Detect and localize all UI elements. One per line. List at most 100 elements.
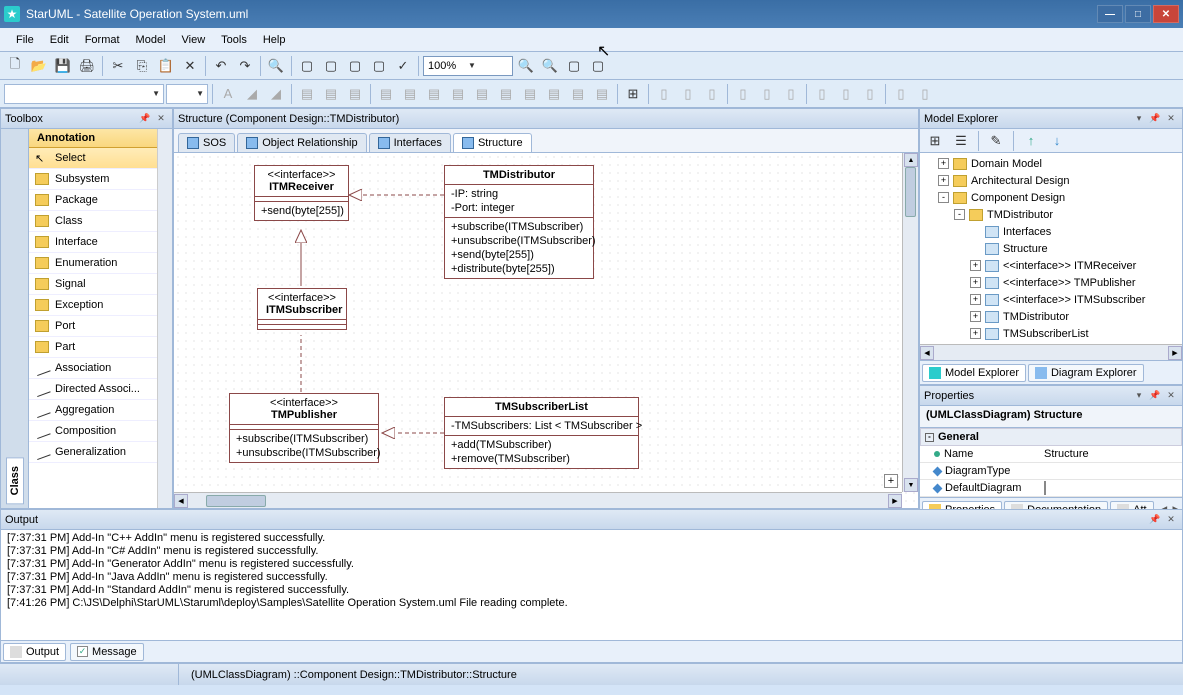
cut-icon[interactable]: ✂ <box>107 55 129 77</box>
layout-icon-4[interactable]: ▤ <box>447 83 469 105</box>
menu-view[interactable]: View <box>174 31 214 49</box>
tree-node[interactable]: +TMDistributor <box>922 308 1180 325</box>
tab-model-explorer[interactable]: Model Explorer <box>922 364 1026 382</box>
align-btn-1[interactable]: ▯ <box>653 83 675 105</box>
canvas-scrollbar-vertical[interactable]: ▲ ▼ <box>902 153 918 492</box>
close-button[interactable]: ✕ <box>1153 5 1179 23</box>
tree-node[interactable]: Interfaces <box>922 223 1180 240</box>
toolbox-item-composition[interactable]: Composition <box>29 421 157 442</box>
tree-toggle-icon[interactable]: + <box>970 311 981 322</box>
zoom-combo[interactable]: 100%▼ <box>423 56 513 76</box>
fill-color-icon[interactable]: ◢ <box>241 83 263 105</box>
align-btn-2[interactable]: ▯ <box>677 83 699 105</box>
tree-node[interactable]: +Architectural Design <box>922 172 1180 189</box>
print-icon[interactable]: 🖨 <box>76 55 98 77</box>
toolbox-item-interface[interactable]: Interface <box>29 232 157 253</box>
toolbox-section-header[interactable]: Annotation <box>29 129 157 148</box>
tree-toggle-icon[interactable]: + <box>970 277 981 288</box>
align-btn-6[interactable]: ▯ <box>780 83 802 105</box>
undo-icon[interactable]: ↶ <box>210 55 232 77</box>
font-combo[interactable]: ▼ <box>4 84 164 104</box>
explorer-tool-2[interactable]: ☰ <box>950 130 972 152</box>
menu-edit[interactable]: Edit <box>42 31 77 49</box>
tool-icon-4[interactable]: ▢ <box>368 55 390 77</box>
prop-row-defaultdiagram[interactable]: DefaultDiagram <box>920 480 1182 497</box>
output-close-icon[interactable]: ✕ <box>1164 513 1178 527</box>
menu-format[interactable]: Format <box>77 31 128 49</box>
tree-toggle-icon[interactable]: + <box>938 158 949 169</box>
properties-grid[interactable]: -General Name Structure DiagramType Defa… <box>920 428 1182 497</box>
toolbox-item-generalization[interactable]: Generalization <box>29 442 157 463</box>
explorer-tool-1[interactable]: ⊞ <box>924 130 946 152</box>
align-btn-7[interactable]: ▯ <box>811 83 833 105</box>
toolbox-item-enumeration[interactable]: Enumeration <box>29 253 157 274</box>
toolbox-item-package[interactable]: Package <box>29 190 157 211</box>
toolbox-item-select[interactable]: ↖Select <box>29 148 157 169</box>
explorer-pin-icon[interactable]: 📌 <box>1148 112 1162 126</box>
size-combo[interactable]: ▼ <box>166 84 208 104</box>
diagram-tab-objrel[interactable]: Object Relationship <box>237 133 366 152</box>
zoom-out-icon[interactable]: 🔍 <box>515 55 537 77</box>
layout-icon-9[interactable]: ▤ <box>567 83 589 105</box>
align-right-icon[interactable]: ▤ <box>344 83 366 105</box>
align-btn-4[interactable]: ▯ <box>732 83 754 105</box>
menu-model[interactable]: Model <box>128 31 174 49</box>
diagram-canvas[interactable]: <<interface>>ITMReceiver +send(byte[255]… <box>174 153 918 508</box>
font-color-icon[interactable]: A <box>217 83 239 105</box>
tree-toggle-icon[interactable]: + <box>970 260 981 271</box>
tree-node[interactable]: +<<interface>> TMPublisher <box>922 274 1180 291</box>
expand-icon[interactable]: + <box>884 474 898 488</box>
layout-icon-5[interactable]: ▤ <box>471 83 493 105</box>
align-btn-11[interactable]: ▯ <box>914 83 936 105</box>
tab-output[interactable]: Output <box>3 643 66 661</box>
props-pin-icon[interactable]: 📌 <box>1148 389 1162 403</box>
explorer-down-icon[interactable]: ↓ <box>1046 130 1068 152</box>
layout-icon-1[interactable]: ▤ <box>375 83 397 105</box>
uml-class-itmsubscriber[interactable]: <<interface>>ITMSubscriber <box>257 288 347 330</box>
tool-icon-5[interactable]: ✓ <box>392 55 414 77</box>
new-icon[interactable]: 🗋 <box>4 55 26 77</box>
align-btn-5[interactable]: ▯ <box>756 83 778 105</box>
tree-node[interactable]: -TMDistributor <box>922 206 1180 223</box>
save-icon[interactable]: 💾 <box>52 55 74 77</box>
align-btn-3[interactable]: ▯ <box>701 83 723 105</box>
explorer-close-icon[interactable]: ✕ <box>1164 112 1178 126</box>
layout-icon-8[interactable]: ▤ <box>543 83 565 105</box>
toolbox-item-subsystem[interactable]: Subsystem <box>29 169 157 190</box>
explorer-tool-3[interactable]: ✎ <box>985 130 1007 152</box>
tree-toggle-icon[interactable]: + <box>970 294 981 305</box>
toolbox-item-port[interactable]: Port <box>29 316 157 337</box>
tab-diagram-explorer[interactable]: Diagram Explorer <box>1028 364 1144 382</box>
tree-toggle-icon[interactable]: - <box>938 192 949 203</box>
canvas-scrollbar-horizontal[interactable]: ◀ ▶ <box>174 492 902 508</box>
toolbox-scrollbar[interactable] <box>157 129 172 508</box>
tool-icon-1[interactable]: ▢ <box>296 55 318 77</box>
output-pin-icon[interactable]: 📌 <box>1148 513 1162 527</box>
uml-class-itmreceiver[interactable]: <<interface>>ITMReceiver +send(byte[255]… <box>254 165 349 221</box>
tree-node[interactable]: +<<interface>> ITMReceiver <box>922 257 1180 274</box>
copy-icon[interactable]: ⎘ <box>131 55 153 77</box>
explorer-up-icon[interactable]: ↑ <box>1020 130 1042 152</box>
layout-icon-3[interactable]: ▤ <box>423 83 445 105</box>
tree-node[interactable]: +TMSubscriberList <box>922 325 1180 342</box>
diagram-tab-interfaces[interactable]: Interfaces <box>369 133 451 152</box>
layout-icon-7[interactable]: ▤ <box>519 83 541 105</box>
layout-icon-10[interactable]: ▤ <box>591 83 613 105</box>
find-icon[interactable]: 🔍 <box>265 55 287 77</box>
toolbox-item-signal[interactable]: Signal <box>29 274 157 295</box>
maximize-button[interactable]: □ <box>1125 5 1151 23</box>
toolbox-item-directed-associ-[interactable]: Directed Associ... <box>29 379 157 400</box>
tree-node[interactable]: +Domain Model <box>922 155 1180 172</box>
explorer-menu-icon[interactable]: ▾ <box>1132 112 1146 126</box>
line-color-icon[interactable]: ◢ <box>265 83 287 105</box>
toolbox-item-association[interactable]: Association <box>29 358 157 379</box>
tree-node[interactable]: Structure <box>922 240 1180 257</box>
menu-file[interactable]: File <box>8 31 42 49</box>
delete-icon[interactable]: ✕ <box>179 55 201 77</box>
align-center-icon[interactable]: ▤ <box>320 83 342 105</box>
diagram-icon-1[interactable]: ⊞ <box>622 83 644 105</box>
uml-class-tmpublisher[interactable]: <<interface>>TMPublisher +subscribe(ITMS… <box>229 393 379 463</box>
menu-tools[interactable]: Tools <box>213 31 255 49</box>
toolbox-item-part[interactable]: Part <box>29 337 157 358</box>
tree-scrollbar[interactable]: ◀ ▶ <box>920 344 1182 360</box>
